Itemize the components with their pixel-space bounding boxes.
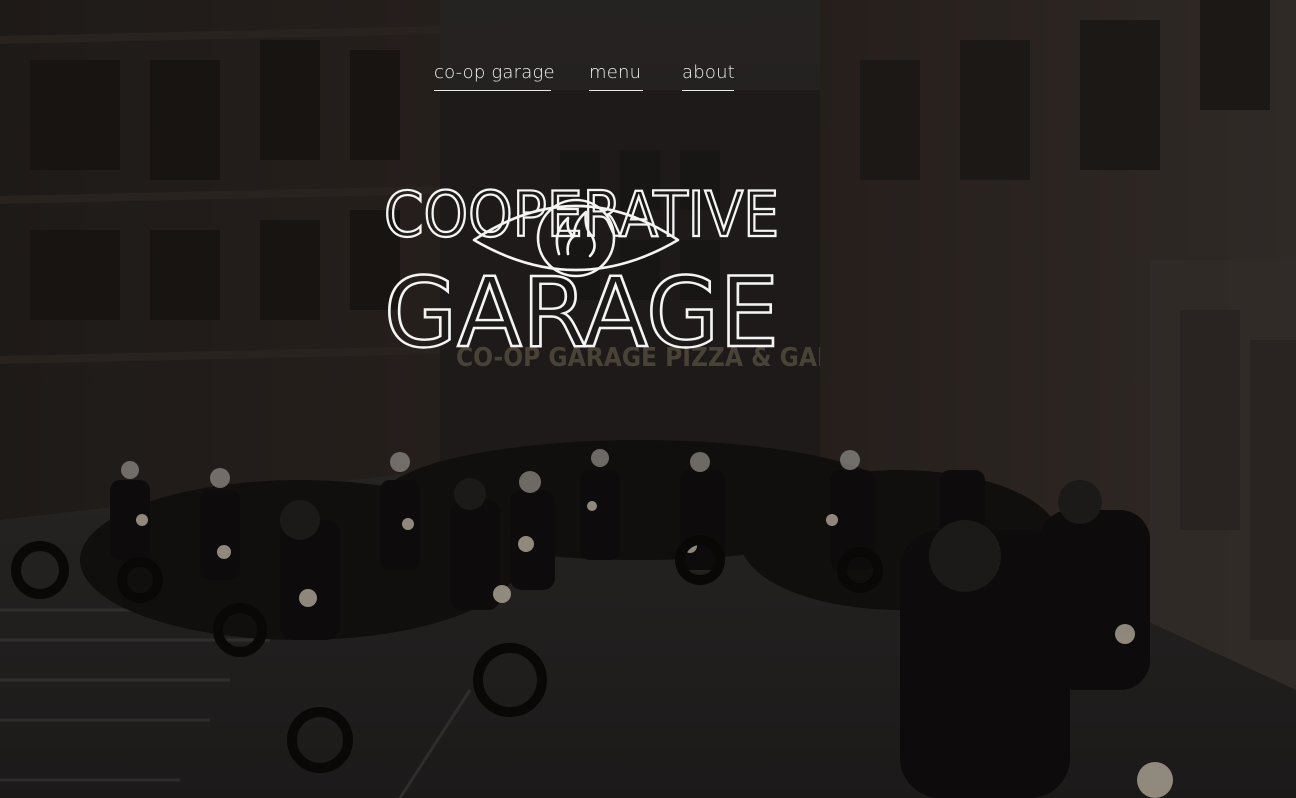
hero-background-image: CO-OP GARAGE PIZZA & GARDEN: [0, 0, 1296, 798]
nav-link-menu[interactable]: menu: [589, 62, 643, 91]
hero-section: CO-OP GARAGE PIZZA & GARDEN co-op garage…: [0, 0, 1296, 798]
cooperative-garage-logo[interactable]: COOPERATIVE GARAGE: [376, 132, 786, 370]
nav-link-about[interactable]: about: [682, 62, 735, 91]
main-nav: co-op garage menu about: [0, 62, 1296, 96]
logo-line-garage: GARAGE: [384, 257, 779, 357]
nav-link-co-op-garage[interactable]: co-op garage: [434, 62, 555, 91]
logo-line-cooperative: COOPERATIVE: [384, 178, 779, 251]
